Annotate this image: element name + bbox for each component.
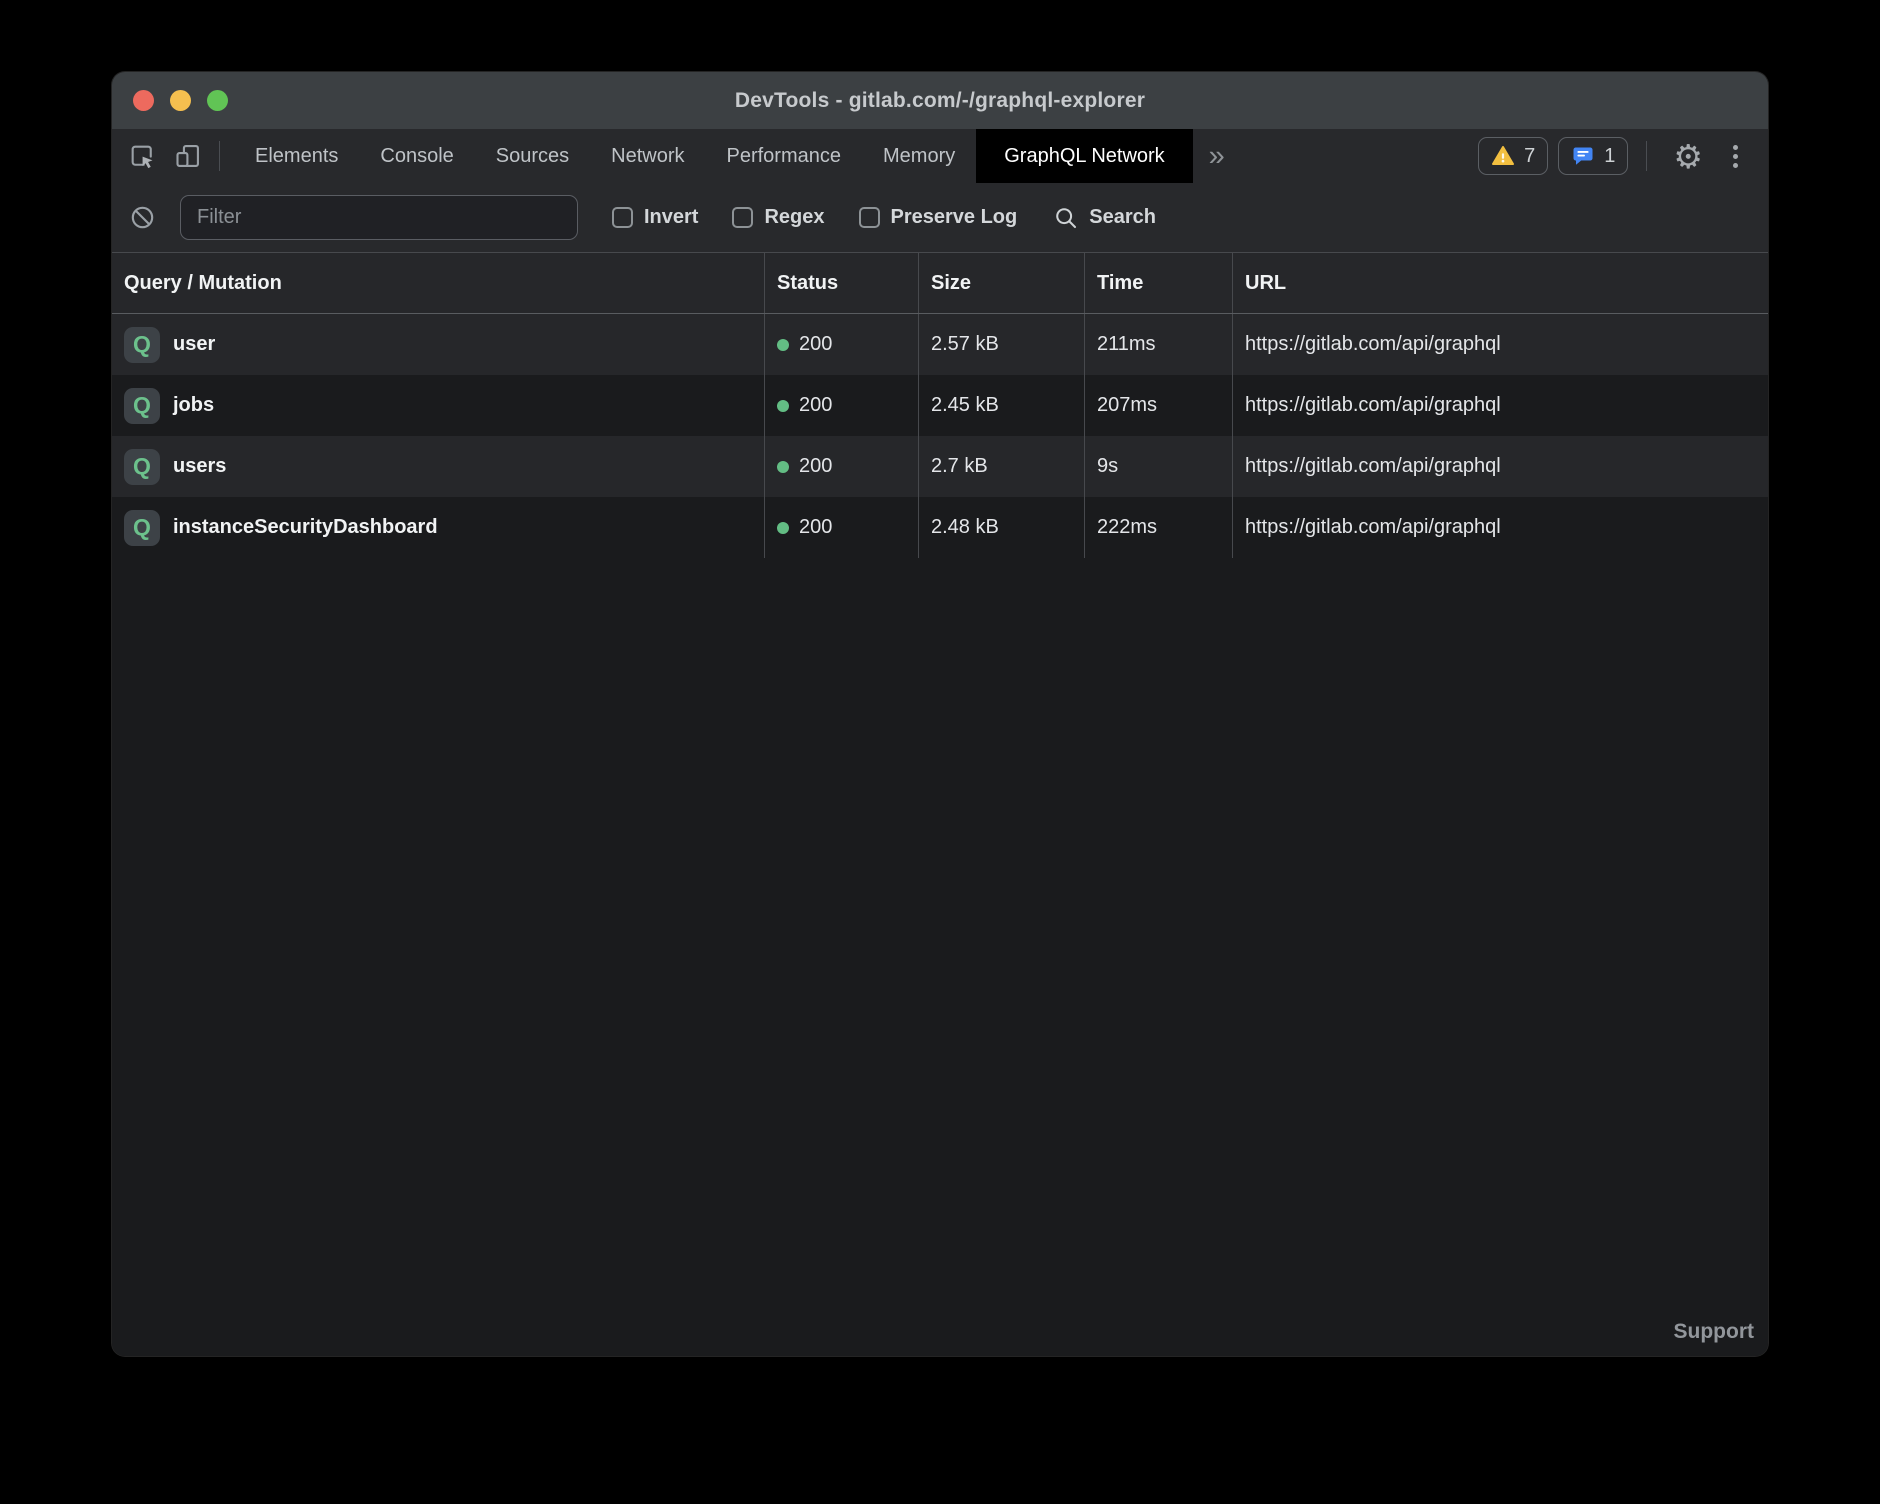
tab-elements[interactable]: Elements xyxy=(234,129,359,183)
column-header-url[interactable]: URL xyxy=(1232,253,1768,313)
panel-tabs: Elements Console Sources Network Perform… xyxy=(234,129,1193,183)
status-code: 200 xyxy=(799,394,832,417)
close-button[interactable] xyxy=(133,90,154,111)
minimize-button[interactable] xyxy=(170,90,191,111)
chevron-double-right-icon: » xyxy=(1209,142,1225,171)
inspect-cursor-icon xyxy=(128,142,156,170)
regex-label: Regex xyxy=(764,206,824,229)
tab-sources[interactable]: Sources xyxy=(475,129,590,183)
devtools-window: DevTools - gitlab.com/-/graphql-explorer… xyxy=(112,72,1768,1356)
search-label: Search xyxy=(1089,206,1156,229)
table-row[interactable]: Q user 200 2.57 kB 211ms https://gitlab.… xyxy=(112,314,1768,375)
search-icon xyxy=(1053,205,1079,231)
issues-count: 1 xyxy=(1604,145,1615,168)
device-toolbar-icon xyxy=(174,142,202,170)
response-time: 211ms xyxy=(1097,333,1156,356)
request-url: https://gitlab.com/api/graphql xyxy=(1245,455,1501,478)
response-size: 2.7 kB xyxy=(931,455,988,478)
status-ok-dot xyxy=(777,400,789,412)
gear-icon: ⚙ xyxy=(1673,137,1703,176)
request-url: https://gitlab.com/api/graphql xyxy=(1245,333,1501,356)
request-url: https://gitlab.com/api/graphql xyxy=(1245,516,1501,539)
status-ok-dot xyxy=(777,461,789,473)
settings-button[interactable]: ⚙ xyxy=(1665,140,1711,173)
response-size: 2.48 kB xyxy=(931,516,999,539)
status-code: 200 xyxy=(799,333,832,356)
support-link[interactable]: Support xyxy=(1674,1320,1754,1344)
response-time: 9s xyxy=(1097,455,1118,478)
invert-label: Invert xyxy=(644,206,698,229)
table-header-row: Query / Mutation Status Size Time URL xyxy=(112,253,1768,314)
response-time: 207ms xyxy=(1097,394,1157,417)
status-ok-dot xyxy=(777,339,789,351)
zoom-button[interactable] xyxy=(207,90,228,111)
tab-graphql-network[interactable]: GraphQL Network xyxy=(976,129,1192,183)
query-name: user xyxy=(173,333,215,356)
preserve-log-checkbox-group[interactable]: Preserve Log xyxy=(859,206,1018,229)
table-empty-area xyxy=(112,558,1768,1356)
regex-checkbox-group[interactable]: Regex xyxy=(732,206,824,229)
window-title: DevTools - gitlab.com/-/graphql-explorer xyxy=(735,89,1145,113)
response-time: 222ms xyxy=(1097,516,1157,539)
toolbar-separator xyxy=(219,141,220,171)
filter-input[interactable] xyxy=(180,195,578,240)
request-url: https://gitlab.com/api/graphql xyxy=(1245,394,1501,417)
query-type-badge: Q xyxy=(124,388,160,424)
toggle-device-toolbar-button[interactable] xyxy=(165,129,211,183)
kebab-menu-icon xyxy=(1733,145,1738,168)
warning-icon xyxy=(1491,144,1515,168)
warnings-button[interactable]: 7 xyxy=(1478,137,1548,175)
column-header-status[interactable]: Status xyxy=(764,253,918,313)
invert-checkbox-group[interactable]: Invert xyxy=(612,206,698,229)
invert-checkbox[interactable] xyxy=(612,207,633,228)
column-header-size[interactable]: Size xyxy=(918,253,1084,313)
tabbar-separator xyxy=(1646,141,1647,171)
table-row[interactable]: Q instanceSecurityDashboard 200 2.48 kB … xyxy=(112,497,1768,558)
issues-button[interactable]: 1 xyxy=(1558,137,1628,175)
column-header-query-mutation[interactable]: Query / Mutation xyxy=(112,253,764,313)
tabbar-right-controls: 7 1 ⚙ xyxy=(1478,129,1768,183)
query-name: instanceSecurityDashboard xyxy=(173,516,438,539)
table-row[interactable]: Q users 200 2.7 kB 9s https://gitlab.com… xyxy=(112,436,1768,497)
preserve-log-label: Preserve Log xyxy=(891,206,1018,229)
tab-performance[interactable]: Performance xyxy=(706,129,863,183)
customize-devtools-button[interactable] xyxy=(1721,139,1750,174)
column-header-time[interactable]: Time xyxy=(1084,253,1232,313)
tab-network[interactable]: Network xyxy=(590,129,705,183)
devtools-tabbar: Elements Console Sources Network Perform… xyxy=(112,129,1768,183)
tab-console[interactable]: Console xyxy=(359,129,474,183)
graphql-requests-table: Query / Mutation Status Size Time URL Q … xyxy=(112,253,1768,1356)
window-titlebar: DevTools - gitlab.com/-/graphql-explorer xyxy=(112,72,1768,129)
message-bubble-icon xyxy=(1571,144,1595,168)
status-code: 200 xyxy=(799,516,832,539)
status-code: 200 xyxy=(799,455,832,478)
warning-count: 7 xyxy=(1524,145,1535,168)
more-tabs-button[interactable]: » xyxy=(1193,129,1241,183)
block-icon xyxy=(129,204,156,231)
tab-memory[interactable]: Memory xyxy=(862,129,976,183)
query-name: jobs xyxy=(173,394,214,417)
filter-toolbar: Invert Regex Preserve Log Search xyxy=(112,183,1768,253)
preserve-log-checkbox[interactable] xyxy=(859,207,880,228)
regex-checkbox[interactable] xyxy=(732,207,753,228)
query-type-badge: Q xyxy=(124,327,160,363)
response-size: 2.45 kB xyxy=(931,394,999,417)
inspect-element-button[interactable] xyxy=(112,129,165,183)
table-row[interactable]: Q jobs 200 2.45 kB 207ms https://gitlab.… xyxy=(112,375,1768,436)
query-type-badge: Q xyxy=(124,449,160,485)
traffic-lights xyxy=(133,72,228,129)
query-name: users xyxy=(173,455,226,478)
query-type-badge: Q xyxy=(124,510,160,546)
clear-requests-button[interactable] xyxy=(112,204,168,231)
search-button[interactable]: Search xyxy=(1053,205,1156,231)
response-size: 2.57 kB xyxy=(931,333,999,356)
status-ok-dot xyxy=(777,522,789,534)
